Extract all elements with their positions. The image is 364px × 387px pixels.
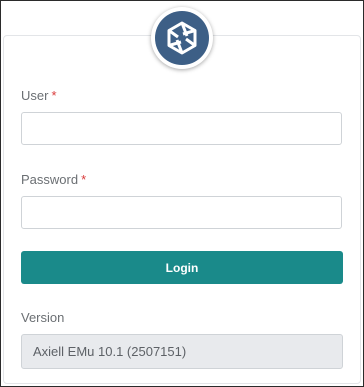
user-label: User *	[21, 88, 57, 103]
password-label: Password *	[21, 172, 86, 187]
user-input[interactable]	[21, 112, 342, 145]
required-marker: *	[51, 88, 57, 103]
app-logo	[151, 7, 213, 69]
password-input[interactable]	[21, 196, 342, 229]
version-field: Axiell EMu 10.1 (2507151)	[21, 334, 343, 369]
version-value: Axiell EMu 10.1 (2507151)	[33, 344, 187, 359]
axiell-logo-icon	[155, 11, 209, 65]
user-label-text: User	[21, 88, 49, 103]
required-marker: *	[81, 172, 87, 187]
login-button[interactable]: Login	[21, 251, 343, 284]
login-page: User * Password * Login Version Axiell EMu…	[0, 0, 364, 387]
version-label: Version	[21, 310, 65, 325]
password-label-text: Password	[21, 172, 79, 187]
